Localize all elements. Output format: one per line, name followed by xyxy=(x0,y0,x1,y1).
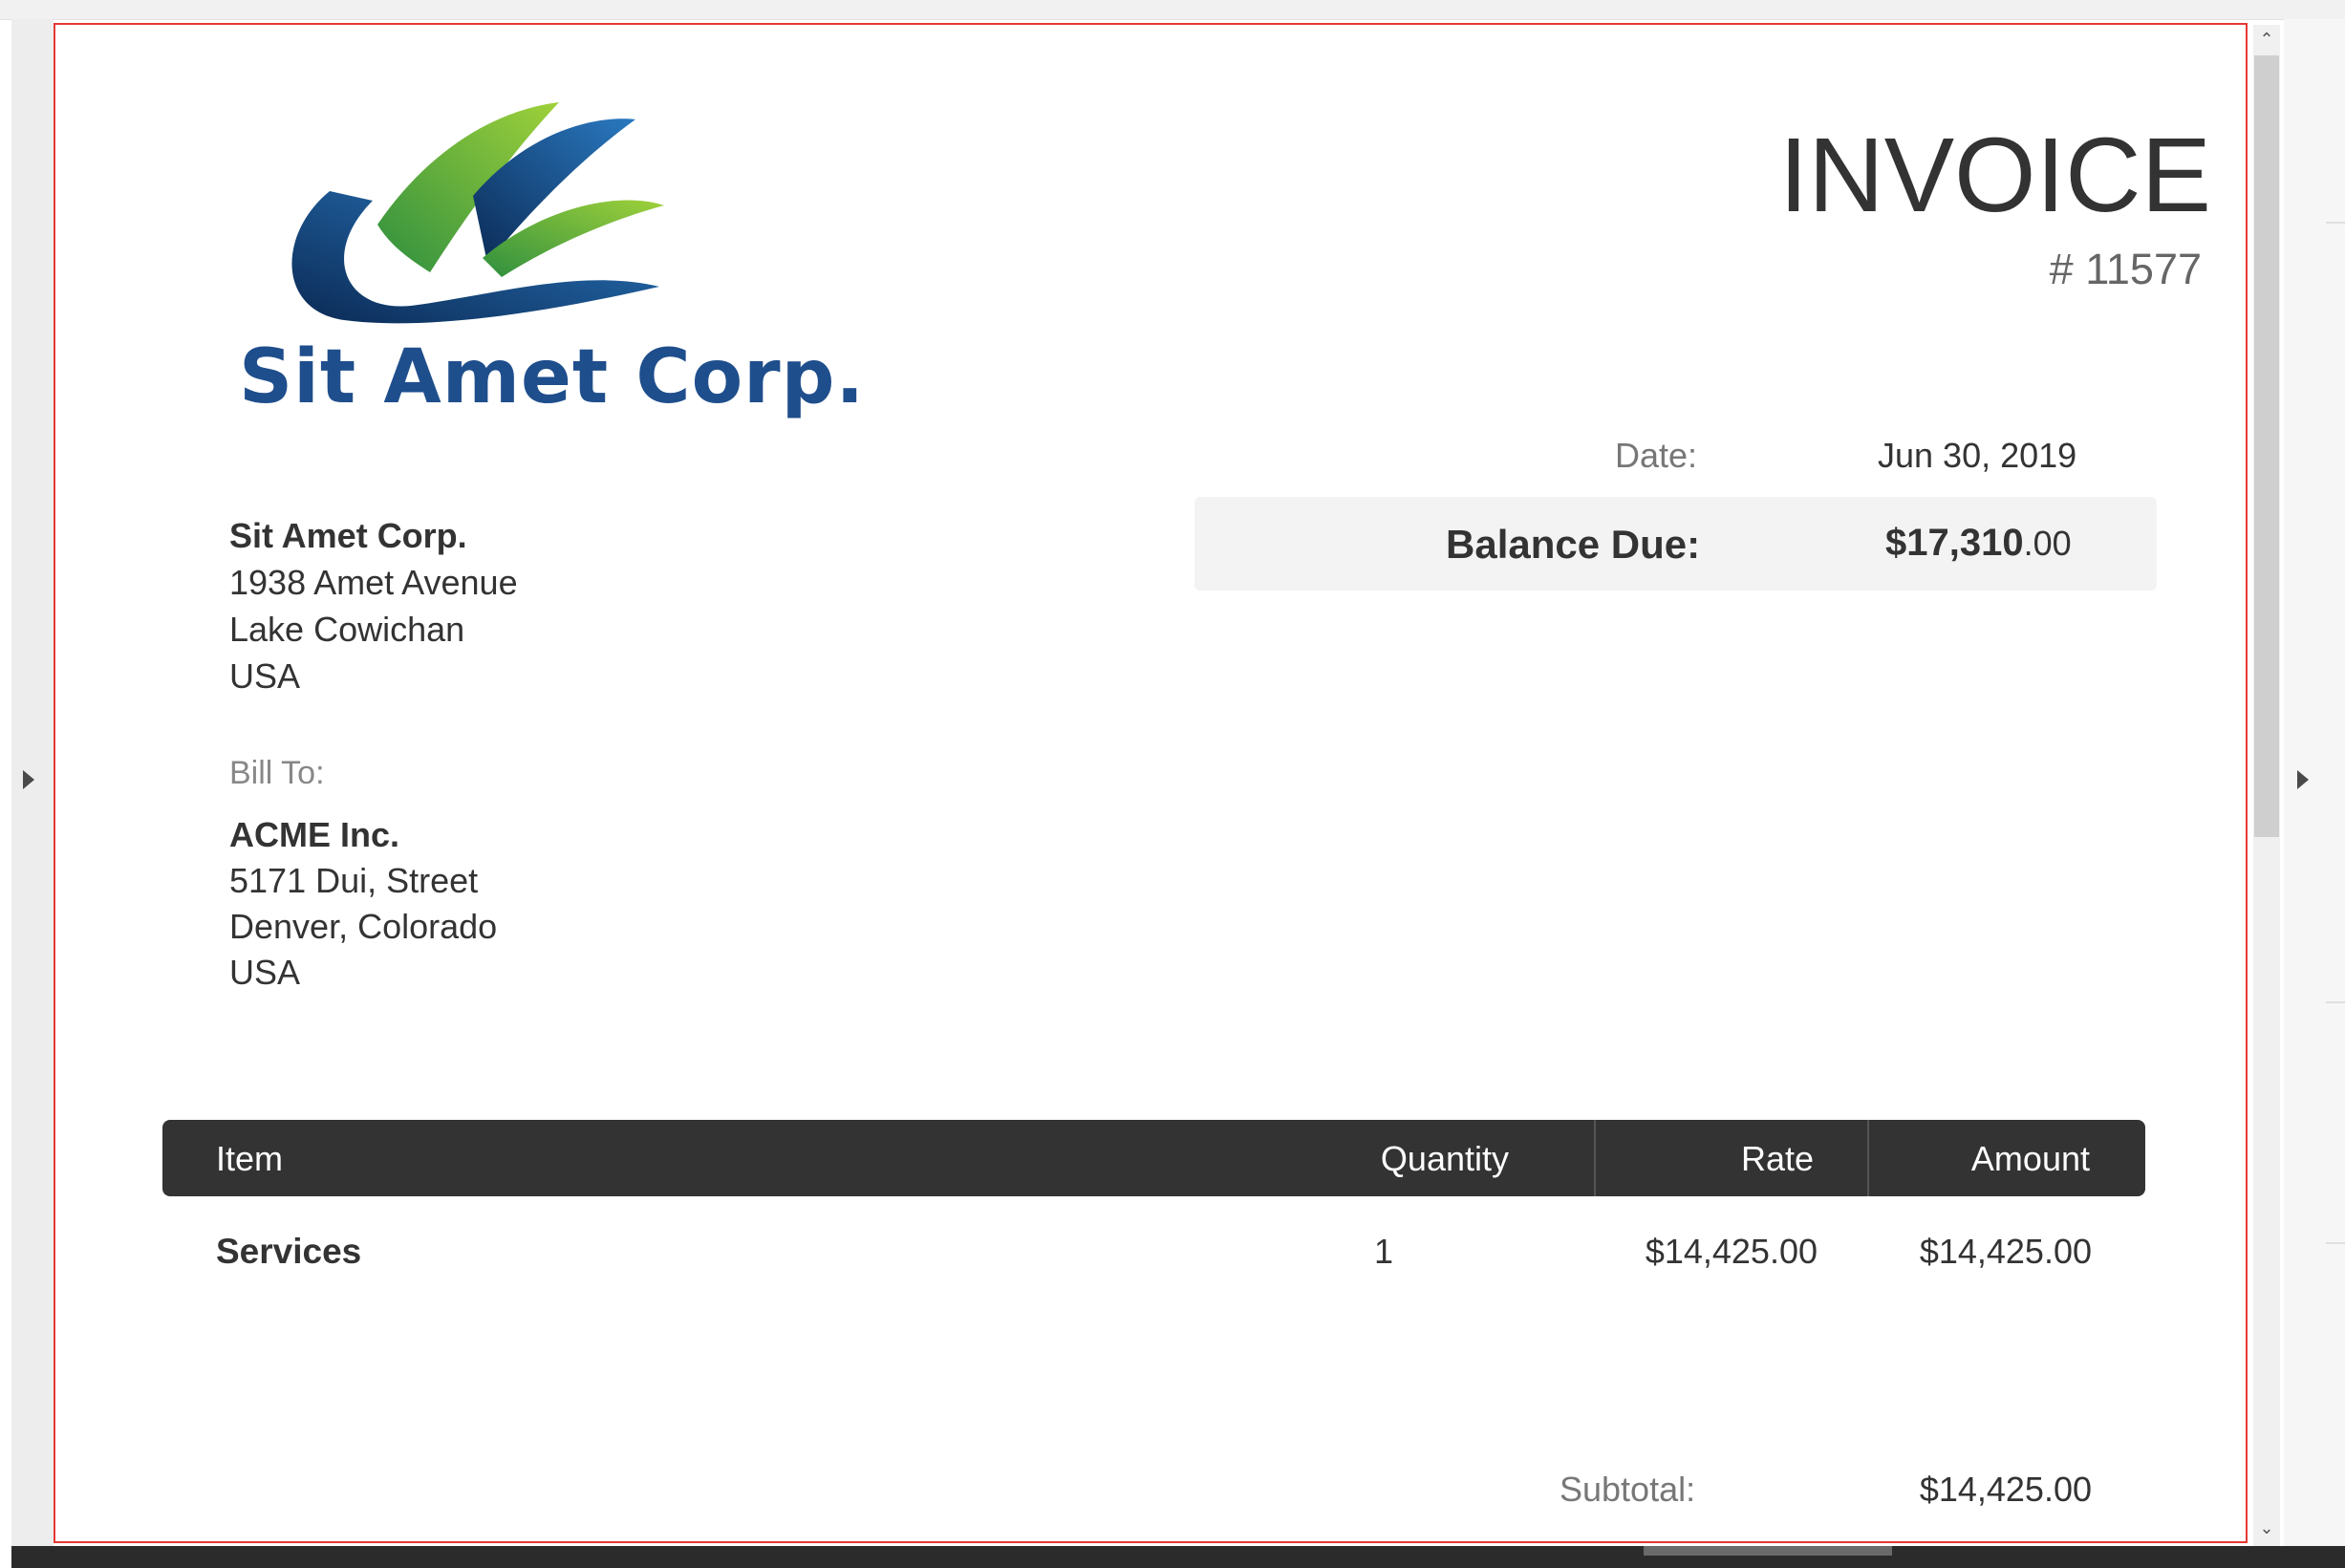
company-logo: Sit Amet Corp. xyxy=(239,91,864,435)
balance-due-cents: .00 xyxy=(2023,524,2072,563)
table-row-rate: $14,425.00 xyxy=(1645,1232,1818,1271)
next-page-arrow-icon[interactable] xyxy=(2297,770,2309,789)
column-divider xyxy=(1867,1120,1869,1196)
gutter-divider xyxy=(2326,1001,2345,1003)
viewer-toolbar-strip xyxy=(0,0,2345,20)
table-row-quantity: 1 xyxy=(1374,1232,1394,1271)
bill-to-label: Bill To: xyxy=(229,755,325,791)
client-country: USA xyxy=(229,953,301,992)
invoice-number: # 11577 xyxy=(2049,245,2202,293)
gutter-divider xyxy=(2326,222,2345,224)
logo-wordmark: Sit Amet Corp. xyxy=(239,334,866,420)
sender-address: Sit Amet Corp. 1938 Amet Avenue Lake Cow… xyxy=(229,512,518,699)
horizontal-scroll-thumb[interactable] xyxy=(1644,1546,1892,1556)
column-divider xyxy=(1594,1120,1596,1196)
scrollbar-thumb[interactable] xyxy=(2254,55,2279,837)
column-header-rate: Rate xyxy=(1740,1139,1814,1178)
table-row-amount: $14,425.00 xyxy=(1919,1232,2092,1271)
sender-name: Sit Amet Corp. xyxy=(229,516,467,555)
right-gutter xyxy=(2284,19,2345,1548)
chevron-up-icon[interactable]: ⌃ xyxy=(2254,29,2279,50)
subtotal-label: Subtotal: xyxy=(1560,1470,1696,1509)
bill-to-address: ACME Inc. 5171 Dui, Street Denver, Color… xyxy=(229,812,497,996)
column-header-amount: Amount xyxy=(1970,1139,2090,1178)
balance-due-amount: $17,310 xyxy=(1885,522,2024,564)
date-label: Date: xyxy=(1615,436,1698,475)
column-header-quantity: Quantity xyxy=(1380,1139,1509,1178)
chevron-down-icon[interactable]: ⌄ xyxy=(2254,1517,2279,1538)
subtotal-value: $14,425.00 xyxy=(1919,1470,2092,1509)
column-header-item: Item xyxy=(216,1139,284,1178)
bottom-status-bar xyxy=(11,1546,2345,1568)
document-title: INVOICE xyxy=(1778,117,2211,234)
balance-due-label: Balance Due: xyxy=(1446,522,1701,567)
client-city: Denver, Colorado xyxy=(229,907,498,946)
gutter-divider xyxy=(2326,1242,2345,1244)
sender-country: USA xyxy=(229,656,301,696)
client-street: 5171 Dui, Street xyxy=(229,861,479,900)
client-name: ACME Inc. xyxy=(229,815,400,854)
balance-due-value: $17,310.00 xyxy=(1885,522,2072,565)
date-value: Jun 30, 2019 xyxy=(1878,436,2077,475)
table-row-item: Services xyxy=(216,1232,362,1271)
sender-city: Lake Cowichan xyxy=(229,610,465,649)
sender-street: 1938 Amet Avenue xyxy=(229,563,518,602)
logo-mark-icon xyxy=(291,102,664,324)
items-table-header: Item Quantity Rate Amount xyxy=(162,1120,2145,1196)
previous-page-arrow-icon[interactable] xyxy=(23,770,34,789)
